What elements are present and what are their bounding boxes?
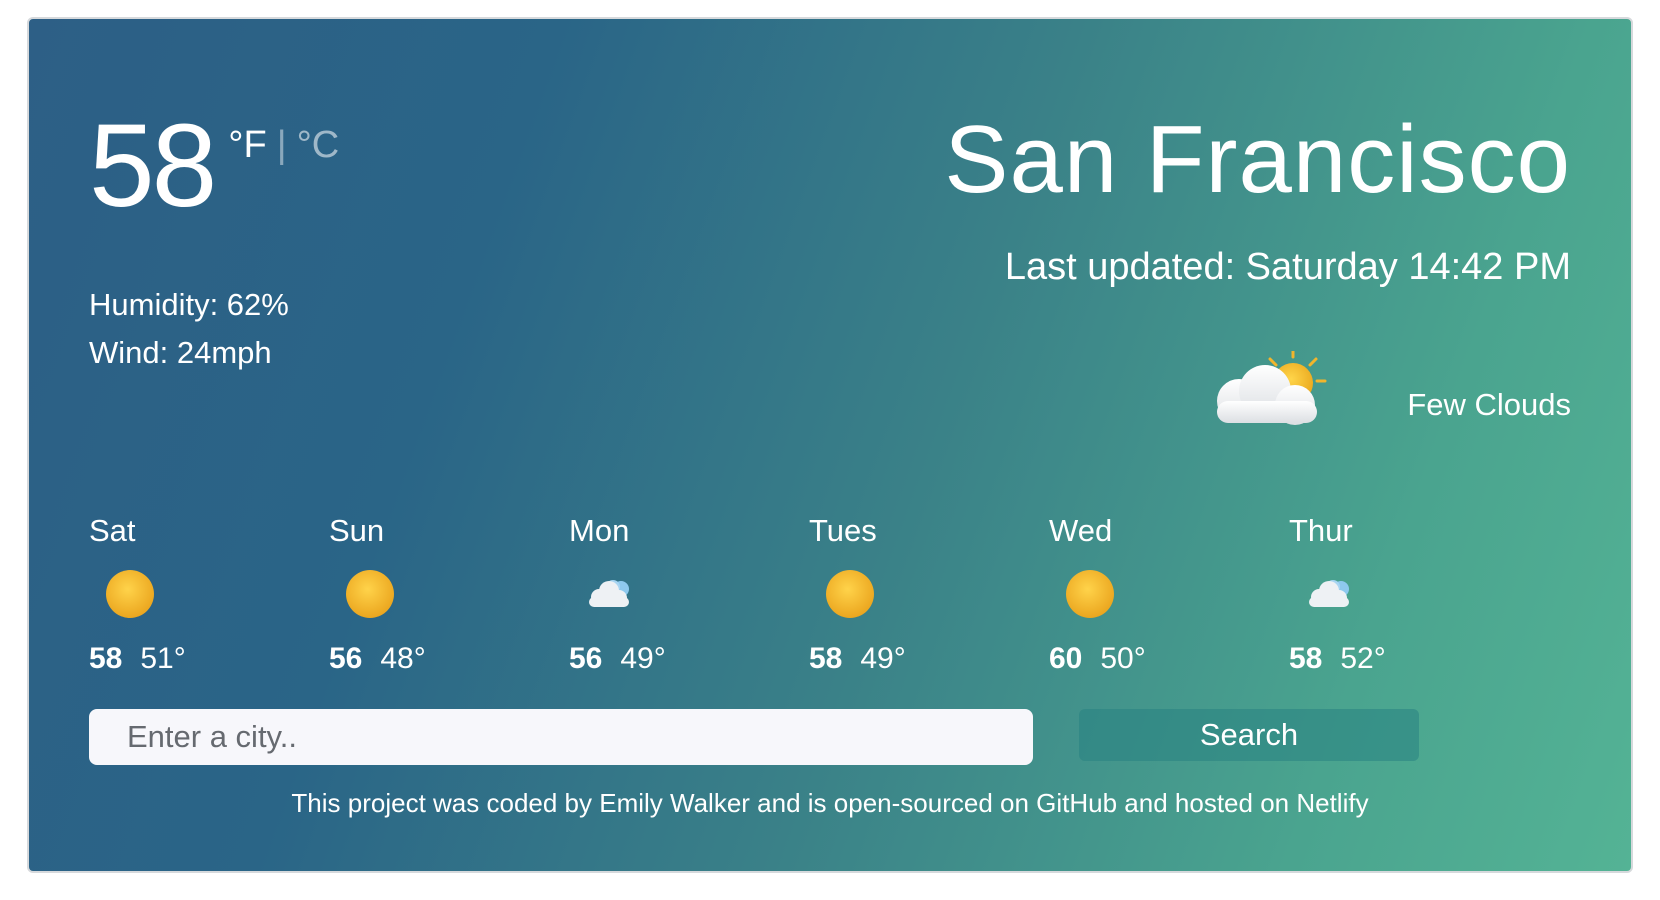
celsius-link[interactable]: °C (297, 125, 340, 165)
forecast-low: 50° (1100, 642, 1146, 675)
city-name: San Francisco (944, 106, 1571, 213)
weather-card: 58 °F | °C Humidity: 62% Wind: 24mph San… (27, 17, 1633, 873)
forecast-low: 52° (1340, 642, 1386, 675)
search-button[interactable]: Search (1079, 709, 1419, 761)
forecast-high: 58 (1289, 642, 1323, 675)
footer-text: This project was (291, 788, 487, 818)
forecast-day: Mon 56 49° (569, 513, 789, 683)
sun-icon (103, 567, 157, 621)
forecast-low: 51° (140, 642, 186, 675)
forecast-low: 49° (620, 642, 666, 675)
sun-icon (343, 567, 397, 621)
sun-icon (1063, 567, 1117, 621)
forecast-day-name: Sun (329, 513, 385, 548)
forecast-temps: 56 49° (569, 641, 666, 677)
unit-toggle: °F | °C (228, 125, 339, 165)
forecast-high: 58 (89, 642, 123, 675)
few-clouds-icon (1209, 347, 1347, 451)
forecast-day-name: Wed (1049, 513, 1113, 548)
footer-text: by Emily Walker and is (557, 788, 834, 818)
sun-icon (823, 567, 877, 621)
forecast-temps: 58 49° (809, 641, 906, 677)
cloud-icon (583, 567, 637, 621)
forecast-high: 58 (809, 642, 843, 675)
current-temperature-block: 58 °F | °C (89, 107, 339, 225)
forecast-high: 56 (329, 642, 363, 675)
forecast-day-name: Thur (1289, 513, 1353, 548)
forecast-day-name: Sat (89, 513, 136, 548)
forecast-day: Thur 58 52° (1289, 513, 1509, 683)
wind-text: Wind: 24mph (89, 335, 272, 370)
forecast-low: 48° (380, 642, 426, 675)
forecast-high: 60 (1049, 642, 1083, 675)
humidity-text: Humidity: 62% (89, 287, 289, 322)
github-link[interactable]: open-sourced on GitHub (834, 788, 1117, 818)
forecast-day: Sun 56 48° (329, 513, 549, 683)
last-updated-text: Last updated: Saturday 14:42 PM (1004, 246, 1571, 288)
forecast-day-name: Tues (809, 513, 877, 548)
forecast-list: Sat 58 51° Sun 56 48° Mon 56 49° Tues 58… (89, 513, 1589, 683)
netlify-link[interactable]: hosted on Netlify (1175, 788, 1369, 818)
fahrenheit-link[interactable]: °F (228, 125, 266, 165)
current-temperature: 58 (89, 100, 217, 232)
forecast-high: 56 (569, 642, 603, 675)
unit-separator: | (276, 124, 287, 166)
condition-text: Few Clouds (1407, 387, 1571, 422)
footer-text: and (1117, 788, 1175, 818)
forecast-temps: 56 48° (329, 641, 426, 677)
forecast-low: 49° (860, 642, 906, 675)
weather-details: Humidity: 62% Wind: 24mph (89, 281, 289, 377)
city-search-input[interactable] (89, 709, 1033, 765)
cloud-icon (1303, 567, 1357, 621)
coded-link[interactable]: coded (486, 788, 557, 818)
forecast-day-name: Mon (569, 513, 630, 548)
forecast-temps: 58 51° (89, 641, 186, 677)
forecast-day: Tues 58 49° (809, 513, 1029, 683)
forecast-temps: 60 50° (1049, 641, 1146, 677)
footer-credit: This project was coded by Emily Walker a… (29, 785, 1631, 821)
forecast-day: Sat 58 51° (89, 513, 309, 683)
forecast-day: Wed 60 50° (1049, 513, 1269, 683)
forecast-temps: 58 52° (1289, 641, 1386, 677)
